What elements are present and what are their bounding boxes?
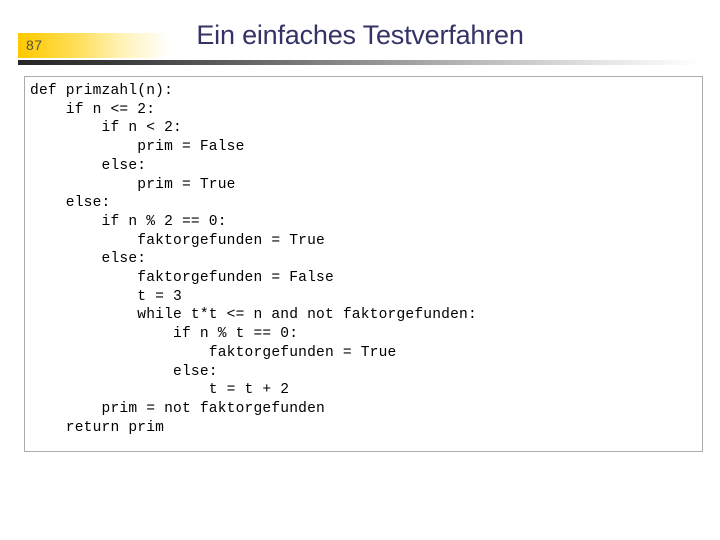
- header-divider-rule: [18, 60, 704, 65]
- page-title: Ein einfaches Testverfahren: [196, 20, 524, 50]
- slide-header: 87 Ein einfaches Testverfahren: [0, 0, 720, 70]
- python-code-listing: def primzahl(n): if n <= 2: if n < 2: pr…: [30, 83, 477, 436]
- slide: 87 Ein einfaches Testverfahren def primz…: [0, 0, 720, 540]
- code-box: def primzahl(n): if n <= 2: if n < 2: pr…: [24, 76, 703, 452]
